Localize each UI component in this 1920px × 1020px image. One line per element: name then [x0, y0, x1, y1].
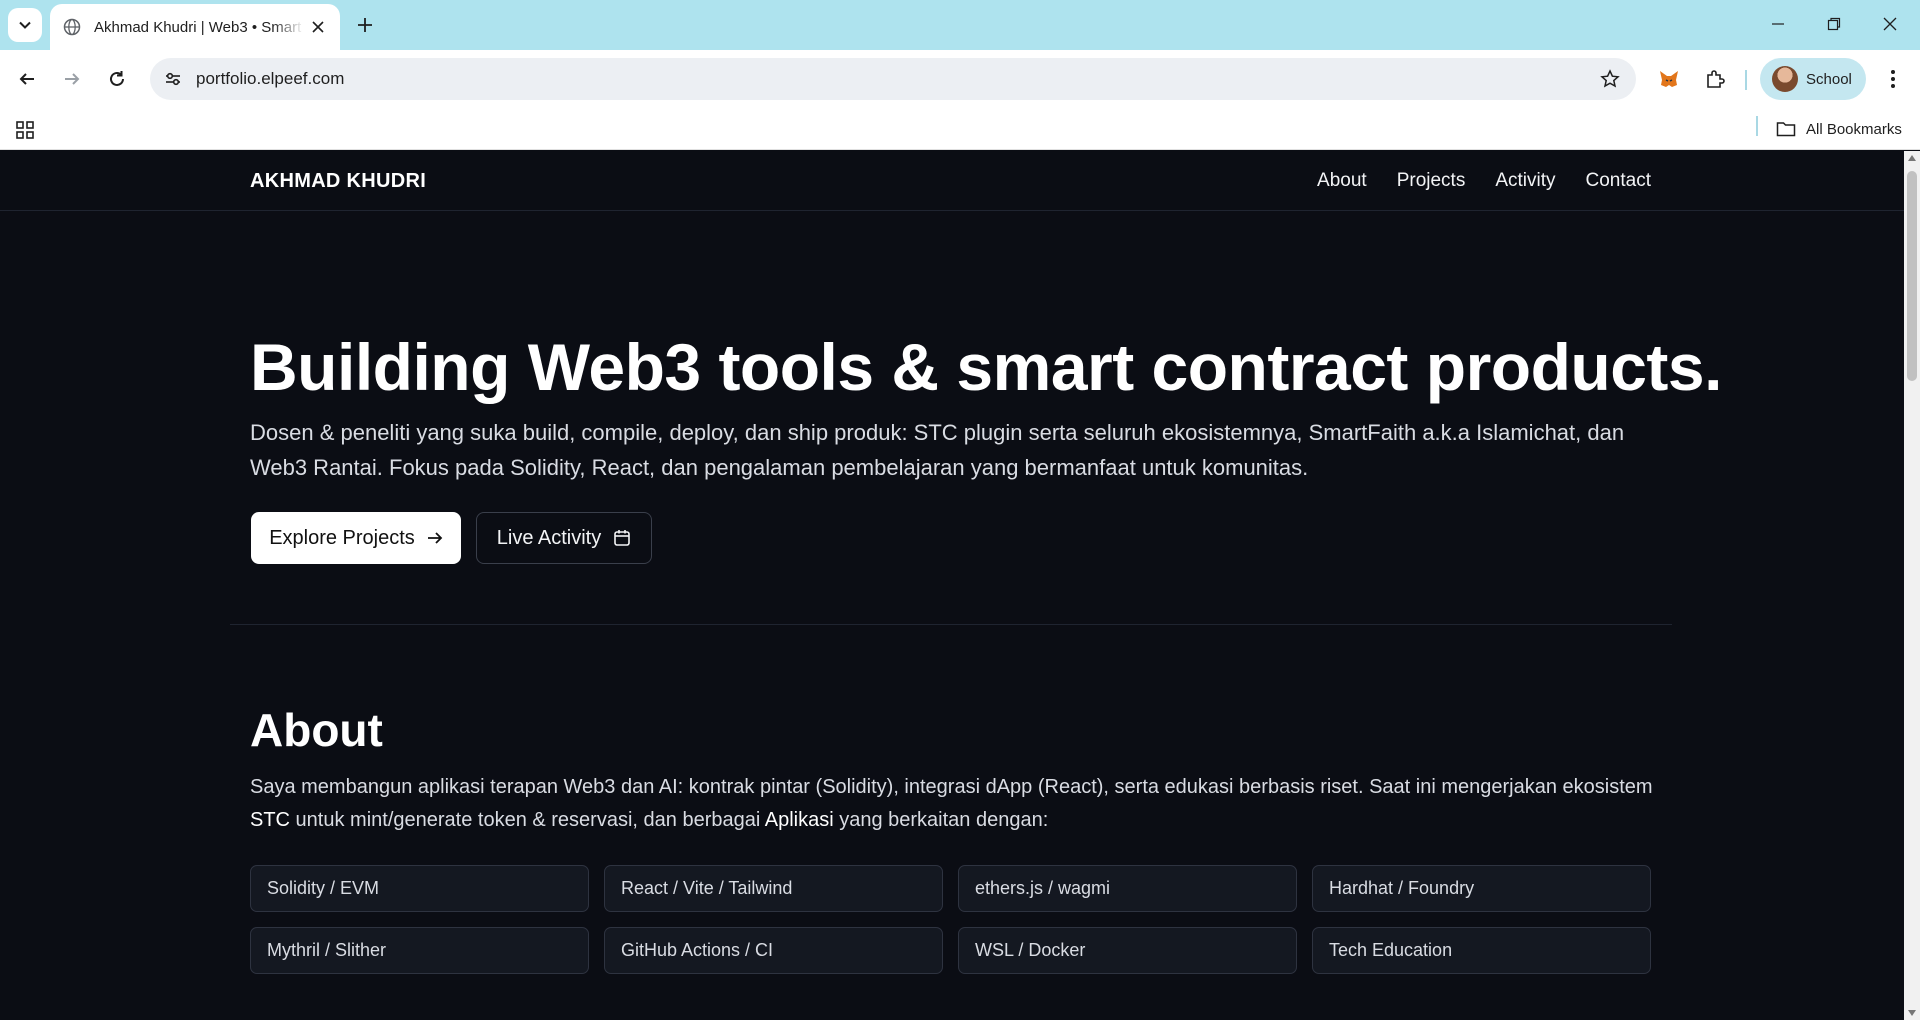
puzzle-icon: [1707, 70, 1725, 88]
plus-icon: [358, 18, 372, 32]
reload-button[interactable]: [100, 62, 134, 96]
skill-chip: WSL / Docker: [958, 927, 1297, 974]
extensions-button[interactable]: [1698, 62, 1732, 96]
about-text-part: yang berkaitan dengan:: [833, 809, 1049, 831]
scrollbar-thumb[interactable]: [1907, 171, 1917, 381]
web-page: AKHMAD KHUDRI About Projects Activity Co…: [0, 151, 1904, 1020]
bookmarks-bar: All Bookmarks: [0, 108, 1920, 150]
hero-title: Building Web3 tools & smart contract pro…: [250, 330, 1722, 404]
site-header: AKHMAD KHUDRI About Projects Activity Co…: [0, 151, 1904, 211]
site-brand[interactable]: AKHMAD KHUDRI: [250, 170, 426, 193]
globe-icon: [62, 17, 82, 37]
close-icon: [1883, 17, 1897, 31]
nav-link-activity[interactable]: Activity: [1495, 170, 1555, 192]
all-bookmarks-button[interactable]: All Bookmarks: [1776, 114, 1902, 144]
about-text-part: Saya membangun aplikasi terapan Web3 dan…: [250, 776, 1653, 798]
apps-grid-icon: [16, 121, 34, 139]
skill-chip: Mythril / Slither: [250, 927, 589, 974]
about-text-part: untuk mint/generate token & reservasi, d…: [290, 809, 765, 831]
minimize-icon: [1772, 23, 1784, 25]
skill-chip: React / Vite / Tailwind: [604, 865, 943, 912]
tab-search-button[interactable]: [8, 8, 42, 42]
close-window-button[interactable]: [1862, 0, 1918, 48]
scroll-down-arrow-icon[interactable]: [1908, 1010, 1916, 1016]
arrow-right-icon: [427, 530, 443, 546]
bookmarks-separator: [1756, 116, 1758, 136]
more-vertical-icon: [1891, 70, 1895, 88]
skill-chip: Solidity / EVM: [250, 865, 589, 912]
browser-menu-button[interactable]: [1876, 62, 1910, 96]
live-activity-button[interactable]: Live Activity: [476, 512, 652, 564]
calendar-icon: [613, 529, 631, 547]
section-divider: [230, 624, 1672, 625]
nav-link-contact[interactable]: Contact: [1586, 170, 1651, 192]
site-nav: About Projects Activity Contact: [1317, 170, 1651, 192]
avatar: [1772, 66, 1798, 92]
restore-button[interactable]: [1806, 0, 1862, 48]
forward-button[interactable]: [55, 62, 89, 96]
close-tab-icon[interactable]: [308, 17, 328, 37]
new-tab-button[interactable]: [350, 10, 380, 40]
nav-link-about[interactable]: About: [1317, 170, 1367, 192]
reload-icon: [110, 71, 124, 86]
minimize-button[interactable]: [1750, 0, 1806, 48]
skill-chip: Hardhat / Foundry: [1312, 865, 1651, 912]
about-heading: About: [250, 704, 383, 756]
restore-icon: [1827, 17, 1841, 31]
chevron-down-icon: [19, 21, 31, 29]
tab-title: Akhmad Khudri | Web3 • Smart contracts: [94, 18, 304, 36]
arrow-right-icon: [65, 73, 80, 85]
browser-toolbar: portfolio.elpeef.com School: [0, 50, 1920, 108]
toolbar-separator: [1745, 70, 1747, 90]
about-highlight-aplikasi: Aplikasi: [764, 809, 834, 831]
skill-chip: GitHub Actions / CI: [604, 927, 943, 974]
skills-grid: Solidity / EVM React / Vite / Tailwind e…: [250, 865, 1652, 974]
metamask-extension-button[interactable]: [1652, 62, 1686, 96]
page-scrollbar[interactable]: [1904, 151, 1920, 1020]
hero-description: Dosen & peneliti yang suka build, compil…: [250, 420, 1625, 480]
bookmark-star-icon[interactable]: [1596, 65, 1624, 93]
address-bar[interactable]: portfolio.elpeef.com: [150, 58, 1636, 100]
nav-link-projects[interactable]: Projects: [1397, 170, 1466, 192]
explore-projects-label: Explore Projects: [269, 526, 415, 549]
folder-icon: [1776, 122, 1796, 137]
browser-tab-active[interactable]: Akhmad Khudri | Web3 • Smart contracts: [50, 4, 340, 50]
all-bookmarks-label: All Bookmarks: [1806, 120, 1902, 138]
skill-chip: ethers.js / wagmi: [958, 865, 1297, 912]
apps-button[interactable]: [12, 117, 38, 143]
scroll-up-arrow-icon[interactable]: [1908, 155, 1916, 161]
arrow-left-icon: [19, 73, 34, 85]
back-button[interactable]: [10, 62, 44, 96]
profile-button[interactable]: School: [1760, 58, 1866, 100]
live-activity-label: Live Activity: [496, 526, 602, 549]
browser-tab-bar: Akhmad Khudri | Web3 • Smart contracts: [0, 0, 1920, 50]
fox-icon: [1660, 71, 1678, 87]
skill-chip: Tech Education: [1312, 927, 1651, 974]
about-highlight-stc: STC: [250, 809, 290, 831]
url-text[interactable]: portfolio.elpeef.com: [196, 69, 344, 89]
about-text: Saya membangun aplikasi terapan Web3 dan…: [250, 771, 1654, 837]
profile-label: School: [1806, 70, 1852, 88]
explore-projects-button[interactable]: Explore Projects: [251, 512, 461, 564]
site-settings-icon[interactable]: [156, 62, 190, 96]
